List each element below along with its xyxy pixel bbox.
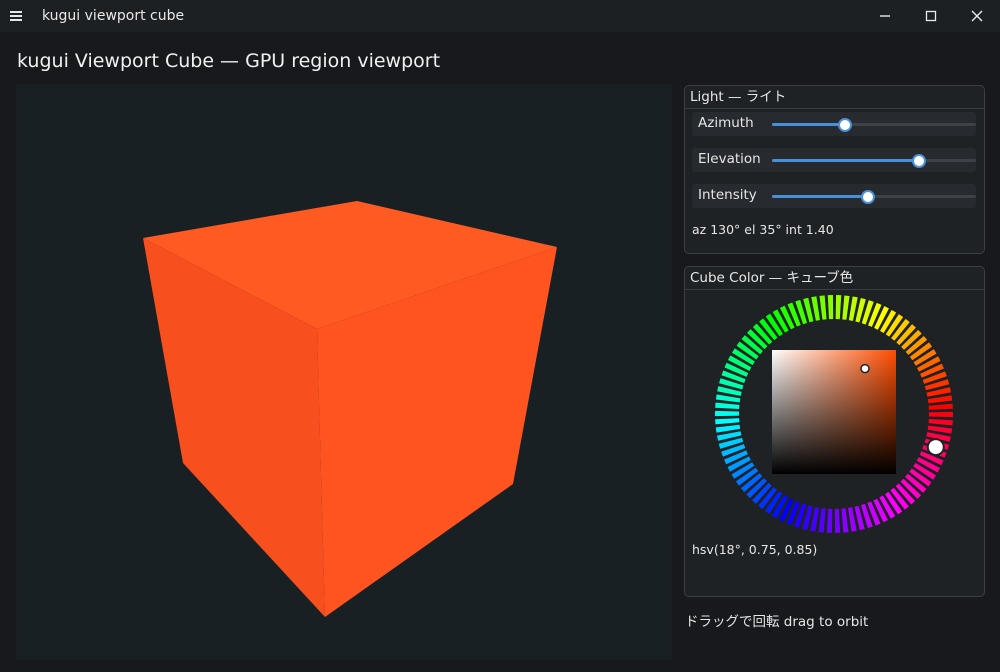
azimuth-label: Azimuth <box>698 115 754 131</box>
maximize-button[interactable] <box>908 0 954 32</box>
gpu-viewport[interactable] <box>16 84 672 660</box>
color-readout: hsv(18°, 0.75, 0.85) <box>692 542 818 557</box>
intensity-slider-fill <box>772 195 868 198</box>
elevation-slider-fill <box>772 159 919 162</box>
orbit-hint: ドラッグで回転 drag to orbit <box>685 614 869 630</box>
maximize-icon <box>925 10 937 22</box>
window-title: kugui viewport cube <box>42 8 185 24</box>
light-panel-title: Light — ライト <box>685 86 984 109</box>
cube-color-panel-title: Cube Color — キューブ色 <box>685 267 984 290</box>
intensity-slider[interactable] <box>772 190 976 204</box>
saturation-value-handle[interactable] <box>860 363 870 374</box>
intensity-slider-handle[interactable] <box>860 190 875 204</box>
hamburger-menu-icon[interactable] <box>10 11 22 21</box>
title-bar: kugui viewport cube <box>0 0 1000 32</box>
cube-render <box>143 201 557 617</box>
azimuth-slider-row: Azimuth <box>692 112 976 136</box>
hue-handle[interactable] <box>926 438 945 457</box>
minimize-button[interactable] <box>862 0 908 32</box>
cube-color-panel: Cube Color — キューブ色 hsv(18°, 0.75, 0.85) <box>684 266 985 597</box>
light-readout: az 130° el 35° int 1.40 <box>692 222 834 237</box>
elevation-slider[interactable] <box>772 154 976 168</box>
close-button[interactable] <box>954 0 1000 32</box>
elevation-label: Elevation <box>698 151 761 167</box>
intensity-slider-row: Intensity <box>692 184 976 208</box>
azimuth-slider-handle[interactable] <box>838 118 853 132</box>
window-controls <box>862 0 1000 32</box>
page-title: kugui Viewport Cube — GPU region viewpor… <box>17 50 441 72</box>
color-picker[interactable] <box>685 291 984 541</box>
light-panel: Light — ライト Azimuth Elevation Intensity … <box>684 85 985 254</box>
azimuth-slider-fill <box>772 123 846 126</box>
elevation-slider-handle[interactable] <box>911 154 926 168</box>
elevation-slider-row: Elevation <box>692 148 976 172</box>
close-icon <box>971 10 983 22</box>
azimuth-slider[interactable] <box>772 118 976 132</box>
saturation-value-shade <box>772 350 896 474</box>
intensity-label: Intensity <box>698 187 757 203</box>
minimize-icon <box>880 15 890 17</box>
